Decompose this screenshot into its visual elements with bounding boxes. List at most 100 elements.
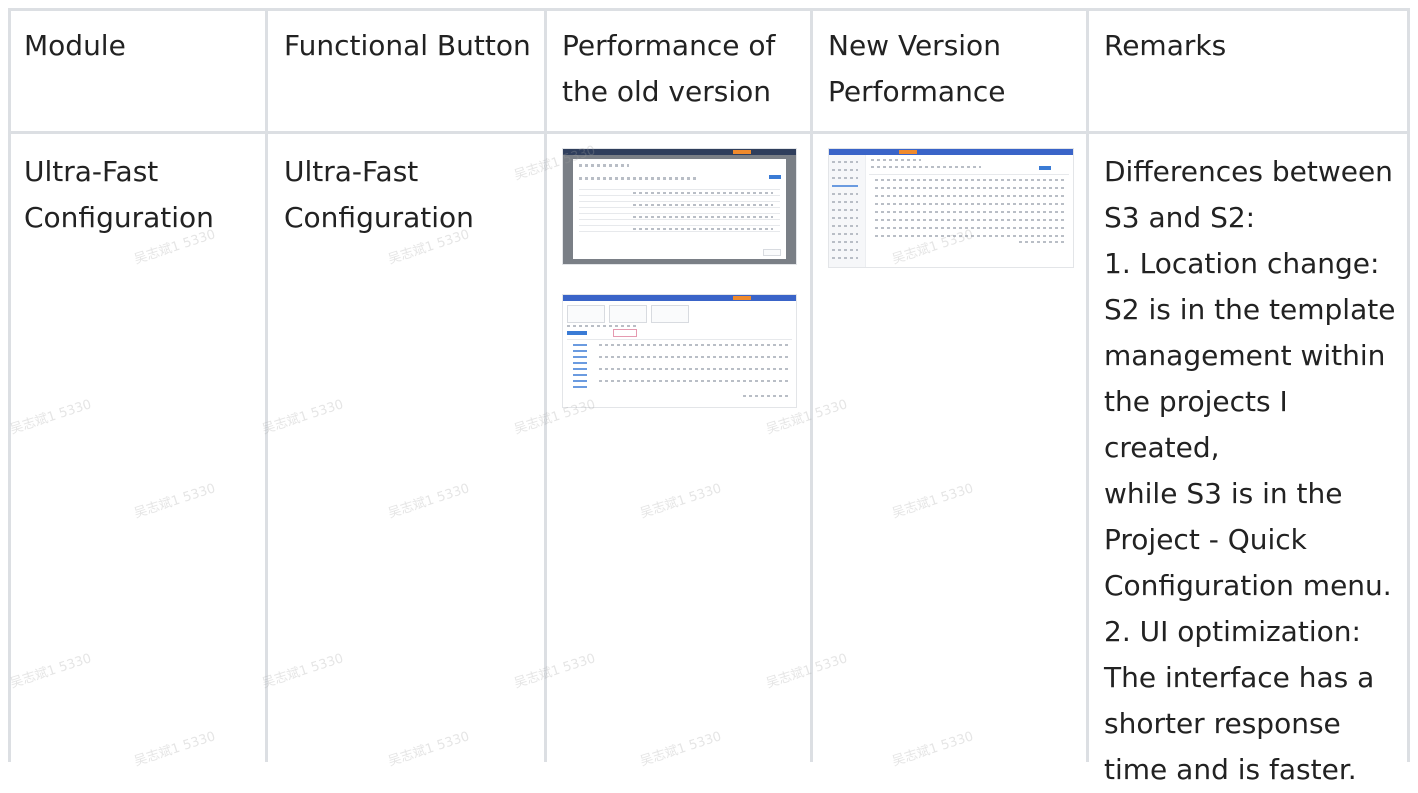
page-hint [871,166,981,168]
watermark-text: 吴志斌1 5330 [890,729,976,770]
watermark-text: 吴志斌1 5330 [8,397,94,438]
sidebar-item [832,177,858,179]
sidebar-item-active [832,185,858,187]
add-button [1039,166,1051,170]
table-divider [265,8,268,762]
comparison-table: Module Functional Button Performance of … [0,0,1418,786]
row-content [875,203,1065,205]
watermark-text: 吴志斌1 5330 [512,397,598,438]
sidebar-item [832,225,858,227]
sidebar-item [832,241,858,243]
table-row [579,219,780,220]
watermark-text: 吴志斌1 5330 [512,651,598,692]
table-link [573,362,587,364]
dialog-add-button [769,175,781,179]
dialog-hint [579,177,699,180]
stat-card [651,305,689,323]
sidebar-item [832,161,858,163]
row-content [633,204,773,206]
table-divider [544,8,547,762]
watermark-text: 吴志斌1 5330 [764,651,850,692]
pagination [1019,241,1065,243]
topbar-badge [899,150,917,154]
watermark-text: 吴志斌1 5330 [8,651,94,692]
action-button [567,331,587,335]
cell-functional-button: Ultra-Fast Configuration [284,155,474,234]
table-header [869,174,1069,175]
table-link [573,374,587,376]
row-content [599,380,789,382]
row-content [875,179,1065,181]
header-divider [8,131,1410,134]
cell-remarks: Differences between S3 and S2: 1. Locati… [1104,155,1396,786]
watermark-text: 吴志斌1 5330 [260,397,346,438]
header-module: Module [24,29,126,62]
watermark-text: 吴志斌1 5330 [638,729,724,770]
row-content [633,192,773,194]
table-row [579,207,780,208]
table-border-left [8,8,11,762]
row-content [875,195,1065,197]
row-content [599,344,789,346]
table-link [573,356,587,358]
watermark-text: 吴志斌1 5330 [132,729,218,770]
sidebar-item [832,233,858,235]
table-header [567,339,792,340]
app-topbar [563,295,796,301]
sidebar-item [832,257,858,259]
row-content [633,228,773,230]
pagination [743,395,789,397]
watermark-text: 吴志斌1 5330 [890,481,976,522]
table-row [579,213,780,214]
watermark-text: 吴志斌1 5330 [260,651,346,692]
table-link [573,350,587,352]
watermark-text: 吴志斌1 5330 [638,481,724,522]
cell-module: Ultra-Fast Configuration [24,155,214,234]
table-divider [810,8,813,762]
header-new-version: New Version Performance [828,29,1006,108]
table-link [573,386,587,388]
table-link [573,344,587,346]
sidebar-item [832,209,858,211]
table-row [579,225,780,226]
table-border-right [1407,8,1410,762]
table-divider [1086,8,1089,762]
app-sidebar [829,155,866,267]
row-content [875,219,1065,221]
template-management-dialog [573,159,786,259]
table-row [579,201,780,202]
dialog-close-button [763,249,781,256]
table-row [579,189,780,190]
row-content [875,187,1065,189]
sidebar-item [832,193,858,195]
watermark-text: 吴志斌1 5330 [386,481,472,522]
app-topbar [563,149,796,155]
watermark-text: 吴志斌1 5330 [132,481,218,522]
old-version-screenshot-project-page[interactable] [562,294,797,408]
tab-bar [567,325,637,327]
header-old-version: Performance of the old version [562,29,776,108]
header-functional-button: Functional Button [284,29,531,62]
highlight-box [613,329,637,337]
watermark-text: 吴志斌1 5330 [386,729,472,770]
sidebar-item [832,217,858,219]
stat-card [567,305,605,323]
table-link [573,380,587,382]
new-version-screenshot-quick-config[interactable] [828,148,1074,268]
dialog-title [579,164,629,167]
topbar-badge [733,296,751,300]
stat-card [609,305,647,323]
row-content [599,356,789,358]
header-remarks: Remarks [1104,29,1227,62]
old-version-screenshot-template-dialog[interactable] [562,148,797,265]
table-link [573,368,587,370]
table-border-top [8,8,1410,11]
table-row [579,231,780,232]
row-content [599,368,789,370]
tab-bar [871,159,921,161]
sidebar-item [832,201,858,203]
sidebar-item [832,249,858,251]
topbar-badge [733,150,751,154]
sidebar-item [832,169,858,171]
table-row [579,195,780,196]
